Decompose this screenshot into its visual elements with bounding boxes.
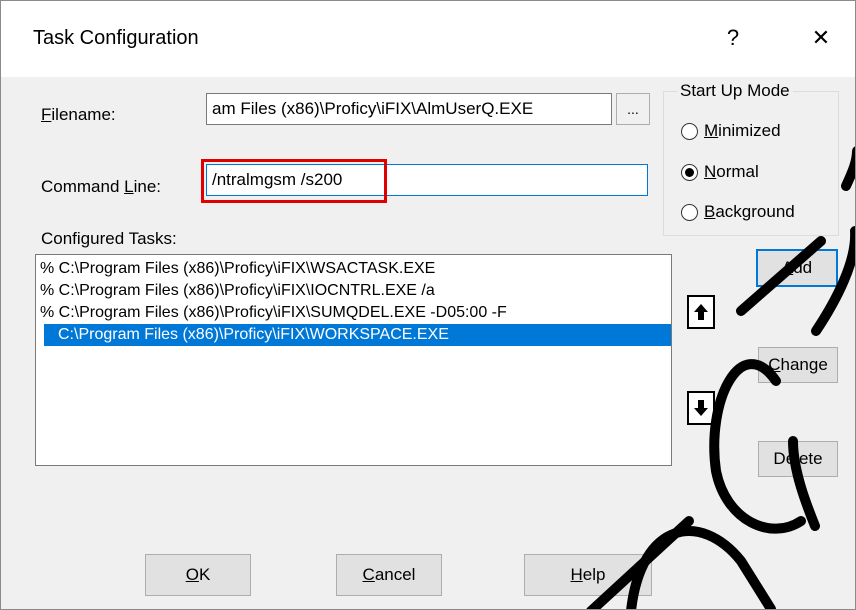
title-bar: Task Configuration ? ✕ [1,1,855,77]
radio-background[interactable]: Background [681,202,795,222]
radio-minimized[interactable]: Minimized [681,121,781,141]
window-title: Task Configuration [33,27,199,49]
move-up-button[interactable] [687,295,715,329]
task-configuration-dialog: Task Configuration ? ✕ Filename: am File… [0,0,856,610]
configured-tasks-label: Configured Tasks: [41,229,177,248]
close-button[interactable]: ✕ [801,19,841,57]
startup-mode-title: Start Up Mode [677,81,793,101]
filename-input[interactable]: am Files (x86)\Proficy\iFIX\AlmUserQ.EXE [206,93,612,125]
move-down-button[interactable] [687,391,715,425]
add-button[interactable]: Add [756,249,838,287]
cancel-button[interactable]: Cancel [336,554,442,596]
annotation-highlight-box [201,159,387,203]
down-arrow-icon [694,400,708,416]
list-item[interactable]: % C:\Program Files (x86)\Proficy\iFIX\WS… [36,258,671,280]
ok-button[interactable]: OK [145,554,251,596]
list-item-selected[interactable]: C:\Program Files (x86)\Proficy\iFIX\WORK… [44,324,671,346]
list-item[interactable]: % C:\Program Files (x86)\Proficy\iFIX\SU… [36,302,671,324]
list-item[interactable]: % C:\Program Files (x86)\Proficy\iFIX\IO… [36,280,671,302]
command-line-label: Command Line: [41,177,162,196]
radio-circle [681,203,698,221]
delete-button[interactable]: De l ete [758,441,838,477]
radio-label: Normal [704,162,759,181]
up-arrow-icon [694,304,708,320]
close-icon: ✕ [811,25,831,50]
help-button[interactable]: Help [524,554,652,596]
browse-button[interactable]: ... [616,93,650,125]
radio-circle [681,163,698,181]
help-title-button[interactable]: ? [713,19,753,57]
filename-label: Filename: [41,105,116,124]
radio-label: Background [704,202,795,221]
radio-label: Minimized [704,121,781,140]
radio-normal[interactable]: Normal [681,162,759,182]
radio-selected-dot [685,167,694,177]
change-button[interactable]: Change [758,347,838,383]
radio-circle [681,122,698,140]
configured-tasks-list[interactable]: % C:\Program Files (x86)\Proficy\iFIX\WS… [35,254,672,466]
